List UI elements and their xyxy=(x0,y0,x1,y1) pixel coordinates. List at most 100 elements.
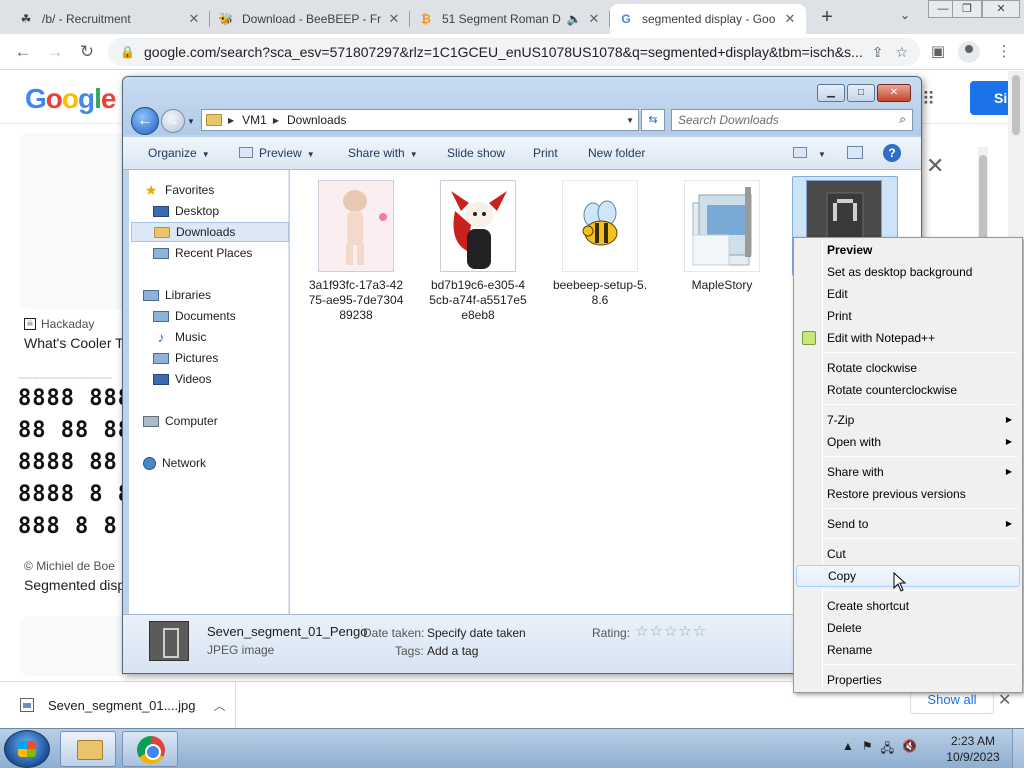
date-taken-value[interactable]: Specify date taken xyxy=(427,626,526,640)
explorer-address-bar[interactable]: ▶ VM1 ▶ Downloads ▼ xyxy=(201,109,639,131)
nav-music[interactable]: ♪ Music xyxy=(153,327,311,347)
nav-desktop[interactable]: Desktop xyxy=(153,201,311,221)
print-button[interactable]: Print xyxy=(533,146,558,160)
menu-item-edit-notepadpp[interactable]: Edit with Notepad++ xyxy=(796,327,1020,349)
rating-stars[interactable]: ☆☆☆☆☆ xyxy=(635,622,707,640)
close-window-button[interactable]: ✕ xyxy=(877,84,911,102)
rating-star-icon[interactable]: ☆ xyxy=(649,623,663,640)
taskbar-explorer-button[interactable] xyxy=(60,731,116,767)
browser-tab-segment-roman[interactable]: ₿ 51 Segment Roman D 🔈 ✕ xyxy=(410,4,610,34)
forward-arrow-icon[interactable]: → xyxy=(161,109,185,133)
apps-grid-icon[interactable]: ⠿ xyxy=(922,89,946,113)
segment-display-thumbnail[interactable]: ~~~~~~~~~~~~~~~~~~~~~~~~~~~~~~~~ 8888 88… xyxy=(18,375,126,551)
nav-videos[interactable]: Videos xyxy=(153,369,311,389)
image-result-card[interactable] xyxy=(20,616,130,676)
tags-value[interactable]: Add a tag xyxy=(427,644,478,658)
forward-arrow-icon[interactable]: → xyxy=(44,41,66,63)
kebab-menu-icon[interactable]: ⋮ xyxy=(994,42,1014,62)
taskbar-clock[interactable]: 2:23 AM 10/9/2023 xyxy=(940,733,1006,765)
nav-recent-places[interactable]: Recent Places xyxy=(153,243,311,263)
maximize-button[interactable]: □ xyxy=(847,84,875,102)
menu-item-set-desktop-background[interactable]: Set as desktop background xyxy=(796,261,1020,283)
address-bar[interactable]: 🔒 google.com/search?sca_esv=571807297&rl… xyxy=(108,38,920,66)
result-source[interactable]: ☠ Hackaday xyxy=(24,317,94,331)
file-tile[interactable]: bd7b19c6-e305-45cb-a74f-a5517e5e8eb8 xyxy=(428,180,528,323)
result-title[interactable]: Segmented disp xyxy=(24,577,125,593)
nav-downloads[interactable]: Downloads xyxy=(131,222,289,242)
breadcrumb-arrow-icon[interactable]: ▶ xyxy=(273,116,279,125)
show-desktop-button[interactable] xyxy=(1012,729,1024,768)
file-tile[interactable]: beebeep-setup-5.8.6 xyxy=(550,180,650,308)
close-icon[interactable]: ✕ xyxy=(926,153,944,179)
menu-item-preview[interactable]: Preview xyxy=(796,239,1020,261)
chevron-up-icon[interactable]: ︿ xyxy=(213,697,225,714)
back-arrow-icon[interactable]: ← xyxy=(131,107,159,135)
menu-item-rotate-clockwise[interactable]: Rotate clockwise xyxy=(796,357,1020,379)
close-icon[interactable]: ✕ xyxy=(782,11,798,27)
menu-item-delete[interactable]: Delete xyxy=(796,617,1020,639)
search-icon[interactable]: ⌕ xyxy=(899,112,906,127)
slide-show-button[interactable]: Slide show xyxy=(447,146,505,160)
menu-item-open-with[interactable]: Open with ▶ xyxy=(796,431,1020,453)
new-folder-button[interactable]: New folder xyxy=(588,146,645,160)
close-icon[interactable]: ✕ xyxy=(186,11,202,27)
action-center-flag-icon[interactable]: ⚑ xyxy=(862,739,873,760)
back-arrow-icon[interactable]: ← xyxy=(12,41,34,63)
menu-item-rotate-counterclockwise[interactable]: Rotate counterclockwise xyxy=(796,379,1020,401)
file-tile[interactable]: MapleStory xyxy=(672,180,772,293)
new-tab-button[interactable]: + xyxy=(816,6,838,28)
volume-muted-icon[interactable]: 🔇 xyxy=(902,739,917,760)
download-item[interactable]: Seven_segment_01....jpg ︿ xyxy=(0,682,236,728)
share-with-menu[interactable]: Share with ▼ xyxy=(348,146,418,160)
side-panel-icon[interactable]: ▣ xyxy=(928,42,948,62)
reload-icon[interactable]: ↻ xyxy=(76,41,98,63)
menu-item-cut[interactable]: Cut xyxy=(796,543,1020,565)
result-source[interactable]: © Michiel de Boe xyxy=(24,559,115,573)
view-options-button[interactable]: ▼ xyxy=(793,146,826,160)
rating-star-icon[interactable]: ☆ xyxy=(664,623,678,640)
breadcrumb-downloads[interactable]: Downloads xyxy=(287,113,346,127)
menu-item-7zip[interactable]: 7-Zip ▶ xyxy=(796,409,1020,431)
file-tile[interactable]: 3a1f93fc-17a3-4275-ae95-7de730489238 xyxy=(306,180,406,323)
nav-libraries[interactable]: Libraries xyxy=(143,285,301,305)
menu-item-share-with[interactable]: Share with ▶ xyxy=(796,461,1020,483)
menu-item-edit[interactable]: Edit xyxy=(796,283,1020,305)
close-window-button[interactable]: ✕ xyxy=(982,0,1020,18)
menu-item-restore-previous-versions[interactable]: Restore previous versions xyxy=(796,483,1020,505)
menu-item-print[interactable]: Print xyxy=(796,305,1020,327)
start-button[interactable] xyxy=(4,730,50,768)
menu-item-create-shortcut[interactable]: Create shortcut xyxy=(796,595,1020,617)
nav-computer[interactable]: Computer xyxy=(143,411,301,431)
help-icon[interactable]: ? xyxy=(883,144,901,162)
rating-star-icon[interactable]: ☆ xyxy=(635,623,649,640)
close-icon[interactable]: ✕ xyxy=(386,11,402,27)
nav-favorites[interactable]: ★ Favorites xyxy=(143,180,301,200)
browser-tab-beebeep[interactable]: 🐝 Download - BeeBEEP - Fr ✕ xyxy=(210,4,410,34)
restore-button[interactable]: ❐ xyxy=(952,0,982,18)
scrollbar-thumb[interactable] xyxy=(1012,75,1020,135)
tab-search-icon[interactable]: ⌄ xyxy=(896,8,914,26)
profile-avatar-icon[interactable] xyxy=(958,41,980,63)
nav-network[interactable]: Network xyxy=(143,453,301,473)
result-title[interactable]: What's Cooler T xyxy=(24,335,124,351)
close-icon[interactable]: ✕ xyxy=(998,690,1011,710)
refresh-icon[interactable]: ⇆ xyxy=(641,109,665,131)
menu-item-send-to[interactable]: Send to ▶ xyxy=(796,513,1020,535)
search-input[interactable]: Search Downloads ⌕ xyxy=(671,109,913,131)
google-logo[interactable]: Google xyxy=(25,83,116,115)
menu-item-rename[interactable]: Rename xyxy=(796,639,1020,661)
organize-menu[interactable]: Organize ▼ xyxy=(148,146,210,160)
browser-tab-segmented-display[interactable]: G segmented display - Goo ✕ xyxy=(610,4,806,34)
minimize-button[interactable]: ▁ xyxy=(817,84,845,102)
network-tray-icon[interactable]: 🖧 xyxy=(881,739,894,760)
close-icon[interactable]: ✕ xyxy=(586,11,602,27)
breadcrumb-vm1[interactable]: VM1 xyxy=(242,113,267,127)
image-result-card[interactable] xyxy=(20,133,130,309)
bookmark-star-icon[interactable]: ☆ xyxy=(895,44,908,61)
nav-pictures[interactable]: Pictures xyxy=(153,348,311,368)
nav-documents[interactable]: Documents xyxy=(153,306,311,326)
preview-pane-button[interactable] xyxy=(847,146,863,161)
rating-star-icon[interactable]: ☆ xyxy=(693,623,707,640)
tray-expand-icon[interactable]: ▲ xyxy=(842,739,854,760)
taskbar-chrome-button[interactable] xyxy=(122,731,178,767)
